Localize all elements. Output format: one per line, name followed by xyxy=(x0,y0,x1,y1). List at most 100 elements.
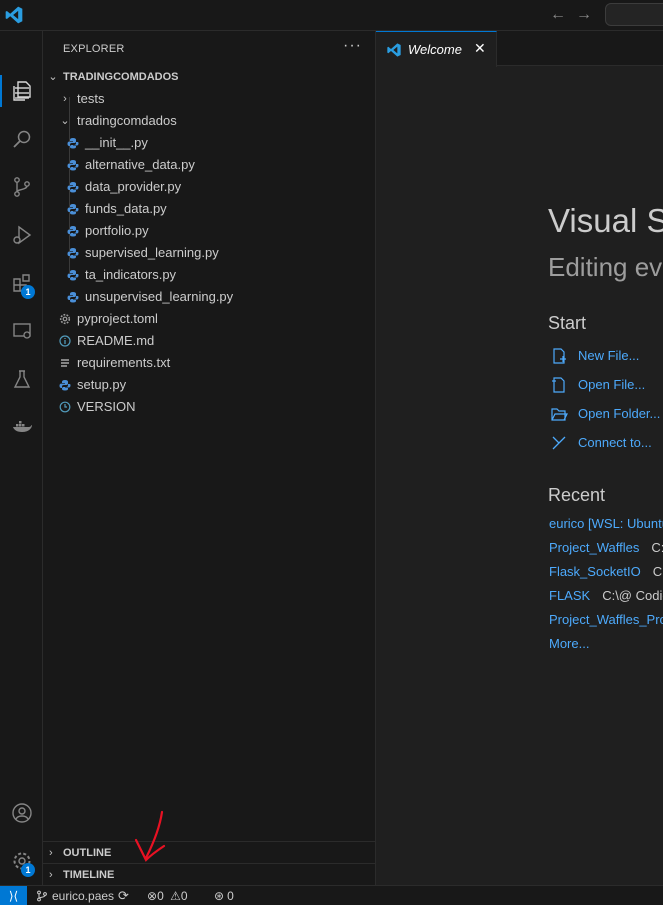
tree-item-label: setup.py xyxy=(77,377,127,392)
tree-item-label: VERSION xyxy=(77,399,136,414)
tree-item-label: unsupervised_learning.py xyxy=(85,289,234,304)
tree-item-label: README.md xyxy=(77,333,155,348)
open-file-icon xyxy=(552,377,565,393)
tree-item-label: funds_data.py xyxy=(85,201,167,216)
remote-indicator-icon[interactable]: ⟩⟨ xyxy=(0,886,27,905)
recent-item-name[interactable]: Project_Waffles xyxy=(549,540,639,555)
clock-icon xyxy=(59,401,71,413)
open-file-label: Open File... xyxy=(578,377,646,392)
recent-item-path: C: xyxy=(651,540,663,555)
welcome-subtitle: Editing eve xyxy=(548,252,663,282)
recent-heading: Recent xyxy=(548,485,606,505)
error-icon: ⊗ xyxy=(147,889,158,903)
recent-item-name[interactable]: FLASK xyxy=(549,588,590,603)
recent-item[interactable]: FLASK C:\@ Codig xyxy=(549,586,663,606)
welcome-title: Visual S xyxy=(548,202,663,239)
tab-welcome[interactable]: Welcome ✕ xyxy=(376,31,497,67)
python-icon xyxy=(67,138,79,149)
chevron-down-icon: ⌄ xyxy=(48,71,58,83)
timeline-label: TIMELINE xyxy=(63,869,115,881)
tree-item-requirements[interactable]: requirements.txt xyxy=(43,352,376,374)
recent-item[interactable]: Project_Waffles C: xyxy=(549,538,663,558)
recent-item-name[interactable]: Project_Waffles_Prod xyxy=(549,612,663,627)
connect-to-label: Connect to... xyxy=(578,435,652,450)
branch-name: eurico.paes xyxy=(52,889,115,903)
tab-label: Welcome xyxy=(408,42,462,57)
tree-item-portfolio[interactable]: portfolio.py xyxy=(43,220,376,242)
tree-item-funds-data[interactable]: funds_data.py xyxy=(43,198,376,220)
vscode-logo-icon xyxy=(387,43,401,57)
vscode-logo-icon[interactable] xyxy=(4,5,24,25)
tree-item-readme[interactable]: README.md xyxy=(43,330,376,352)
warning-icon: ⚠ xyxy=(170,889,181,903)
tree-item-tradingcomdados[interactable]: ⌄ tradingcomdados xyxy=(43,110,376,132)
workspace-root[interactable]: ⌄ TRADINGCOMDADOS xyxy=(43,66,376,88)
tree-item-ta-indicators[interactable]: ta_indicators.py xyxy=(43,264,376,286)
tree-item-label: alternative_data.py xyxy=(85,157,195,172)
more-actions-icon[interactable]: ··· xyxy=(343,37,362,55)
more-label: More... xyxy=(549,636,590,651)
tree-item-supervised-learning[interactable]: supervised_learning.py xyxy=(43,242,376,264)
docker-icon[interactable] xyxy=(0,407,43,447)
tree-item-tests[interactable]: › tests xyxy=(43,88,376,110)
python-icon xyxy=(67,182,79,193)
open-folder-label: Open Folder... xyxy=(578,406,661,421)
search-icon[interactable] xyxy=(0,119,43,159)
remote-connect-icon xyxy=(552,436,566,450)
tree-item-label: pyproject.toml xyxy=(77,311,158,326)
testing-flask-icon[interactable] xyxy=(0,359,43,399)
start-heading: Start xyxy=(548,313,587,333)
gear-icon xyxy=(59,313,71,325)
extensions-icon[interactable]: 1 xyxy=(0,263,43,303)
tree-item-pyproject[interactable]: pyproject.toml xyxy=(43,308,376,330)
run-debug-icon[interactable] xyxy=(0,215,43,255)
explorer-icon[interactable] xyxy=(0,71,43,111)
sync-icon[interactable]: ⟳ xyxy=(118,886,129,905)
new-file-icon xyxy=(553,348,566,364)
explorer-header: EXPLORER ··· xyxy=(43,31,376,66)
chevron-right-icon: › xyxy=(49,869,53,881)
python-icon xyxy=(67,226,79,237)
welcome-page: Visual S Editing eve Start New File... O… xyxy=(376,67,663,885)
recent-item[interactable]: eurico [WSL: Ubuntu xyxy=(549,514,663,534)
chevron-down-icon: ⌄ xyxy=(60,115,70,127)
accounts-icon[interactable] xyxy=(0,793,43,833)
tree-item-init[interactable]: __init__.py xyxy=(43,132,376,154)
recent-item-name[interactable]: eurico [WSL: Ubuntu xyxy=(549,516,663,531)
tree-item-unsupervised-learning[interactable]: unsupervised_learning.py xyxy=(43,286,376,308)
tree-item-label: requirements.txt xyxy=(77,355,171,370)
source-control-icon[interactable] xyxy=(0,167,43,207)
error-count: 0 xyxy=(157,889,164,903)
outline-section[interactable]: › OUTLINE xyxy=(43,841,376,863)
warning-count: 0 xyxy=(180,889,188,903)
more-recent-link[interactable]: More... xyxy=(549,634,589,654)
explorer-sidebar: EXPLORER ··· ⌄ TRADINGCOMDADOS › tests ⌄… xyxy=(43,31,376,885)
recent-item[interactable]: Project_Waffles_Prod xyxy=(549,610,663,630)
tree-item-alternative-data[interactable]: alternative_data.py xyxy=(43,154,376,176)
open-folder-icon xyxy=(551,408,568,421)
tree-item-label: supervised_learning.py xyxy=(85,245,219,260)
ports-count: 0 xyxy=(227,889,234,903)
tree-item-data-provider[interactable]: data_provider.py xyxy=(43,176,376,198)
timeline-section[interactable]: › TIMELINE xyxy=(43,863,376,885)
recent-item[interactable]: Flask_SocketIO C:\ xyxy=(549,562,663,582)
git-branch-icon xyxy=(37,890,47,902)
python-icon xyxy=(59,380,71,391)
command-center-search[interactable] xyxy=(605,3,663,26)
recent-item-name[interactable]: Flask_SocketIO xyxy=(549,564,641,579)
python-icon xyxy=(67,204,79,215)
manage-gear-icon[interactable]: 1 xyxy=(0,841,43,881)
title-bar: ← → xyxy=(0,0,663,31)
close-icon[interactable]: ✕ xyxy=(474,40,486,57)
tree-item-version[interactable]: VERSION xyxy=(43,396,376,418)
tree-item-setup[interactable]: setup.py xyxy=(43,374,376,396)
red-annotation-arrow-icon xyxy=(134,810,166,862)
info-icon xyxy=(59,335,71,347)
ports-status[interactable]: ⊛ 0 xyxy=(214,886,234,905)
tree-item-label: portfolio.py xyxy=(85,223,149,238)
tree-item-label: tradingcomdados xyxy=(77,113,177,128)
problems-status[interactable]: ⊗0 ⚠0 xyxy=(147,886,188,905)
back-arrow-icon[interactable]: ← xyxy=(548,5,568,25)
remote-explorer-icon[interactable] xyxy=(0,311,43,351)
forward-arrow-icon[interactable]: → xyxy=(574,5,594,25)
